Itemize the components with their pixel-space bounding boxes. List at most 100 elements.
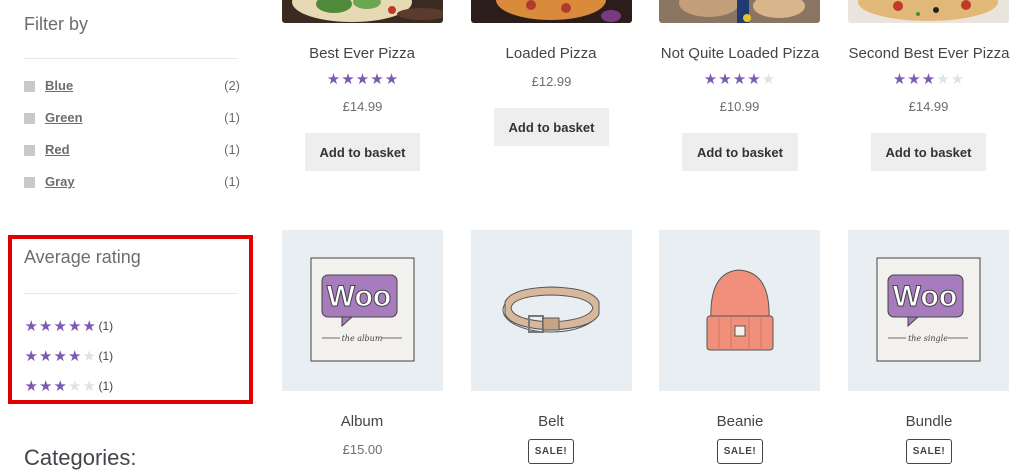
star-filled-icon: ★ <box>370 70 384 88</box>
product-price: £14.99 <box>908 99 949 114</box>
star-filled-icon: ★ <box>341 70 355 88</box>
product-image-loaded-pizza[interactable] <box>471 0 632 23</box>
add-to-basket-button[interactable]: Add to basket <box>305 133 420 171</box>
product-title[interactable]: Loaded Pizza <box>451 45 651 62</box>
star-filled-icon: ★ <box>53 376 67 395</box>
color-filter-list: Blue (2) Green (1) Red (1) Gray (1) <box>24 78 240 206</box>
star-filled-icon: ★ <box>718 70 732 88</box>
filter-item-gray[interactable]: Gray (1) <box>24 174 240 206</box>
belt-icon <box>502 286 600 333</box>
star-filled-icon: ★ <box>703 70 718 88</box>
add-to-basket-button[interactable]: Add to basket <box>871 133 986 171</box>
filter-item-red[interactable]: Red (1) <box>24 142 240 174</box>
star-filled-icon: ★ <box>907 70 921 88</box>
rating-filter-3[interactable]: ★ ★ ★ ★ ★ (1) <box>24 371 114 401</box>
add-to-basket-button[interactable]: Add to basket <box>494 108 609 146</box>
product-image-bundle[interactable]: Woo the single <box>848 230 1009 391</box>
product-price: £15.00 <box>342 442 383 457</box>
product-price: £14.99 <box>342 99 383 114</box>
filter-count: (2) <box>224 78 240 93</box>
star-filled-icon: ★ <box>53 346 67 365</box>
filter-by-title: Filter by <box>24 14 89 34</box>
album-caption-text: the album <box>342 334 383 343</box>
pizza-image-icon <box>659 0 820 23</box>
categories-title: Categories: <box>24 445 137 470</box>
filter-count: (1) <box>224 110 240 125</box>
product-title[interactable]: Best Ever Pizza <box>262 45 462 62</box>
rating-filter-list: ★ ★ ★ ★ ★ (1) ★ ★ ★ ★ ★ (1) ★ ★ ★ ★ ★ (1) <box>24 311 114 401</box>
rating-count: (1) <box>98 349 114 363</box>
star-filled-icon: ★ <box>39 376 53 395</box>
star-filled-icon: ★ <box>355 70 370 88</box>
filter-count: (1) <box>224 174 240 189</box>
add-to-basket-button[interactable]: Add to basket <box>682 133 798 171</box>
star-filled-icon: ★ <box>24 376 38 395</box>
star-filled-icon: ★ <box>384 70 399 88</box>
checkbox-icon[interactable] <box>24 177 35 188</box>
star-filled-icon: ★ <box>53 316 67 335</box>
average-rating-title: Average rating <box>24 247 141 267</box>
star-empty-icon: ★ <box>68 376 82 395</box>
sale-badge: SALE! <box>528 439 574 464</box>
average-rating-widget: Average rating ★ ★ ★ ★ ★ (1) ★ ★ ★ ★ ★ (1) ★ ★ ★ ★ ★… <box>8 235 253 404</box>
star-empty-icon: ★ <box>950 70 965 88</box>
star-filled-icon: ★ <box>24 316 38 335</box>
checkbox-icon[interactable] <box>24 113 35 124</box>
product-title[interactable]: Belt <box>451 413 651 430</box>
star-filled-icon: ★ <box>39 346 53 365</box>
product-price: £12.99 <box>531 74 572 89</box>
checkbox-icon[interactable] <box>24 145 35 156</box>
product-image-beanie[interactable] <box>659 230 820 391</box>
filter-item-blue[interactable]: Blue (2) <box>24 78 240 110</box>
bundle-caption-text: the single <box>908 334 948 343</box>
product-rating: ★ ★ ★ ★ ★ <box>659 72 820 87</box>
star-filled-icon: ★ <box>68 316 82 335</box>
star-empty-icon: ★ <box>82 376 96 395</box>
filter-count: (1) <box>224 142 240 157</box>
checkbox-icon[interactable] <box>24 81 35 92</box>
star-filled-icon: ★ <box>921 70 936 88</box>
product-title[interactable]: Second Best Ever Pizza <box>829 45 1024 62</box>
star-filled-icon: ★ <box>68 346 82 365</box>
product-title[interactable]: Album <box>262 413 462 430</box>
divider <box>24 293 238 294</box>
star-filled-icon: ★ <box>82 316 96 335</box>
product-image-second-best-ever-pizza[interactable] <box>848 0 1009 23</box>
star-empty-icon: ★ <box>761 70 776 88</box>
star-rating: ★ ★ ★ ★ ★ <box>892 72 965 87</box>
rating-filter-5[interactable]: ★ ★ ★ ★ ★ (1) <box>24 311 114 341</box>
filter-item-green[interactable]: Green (1) <box>24 110 240 142</box>
bundle-logo-text: Woo <box>893 280 957 313</box>
divider <box>24 58 238 59</box>
product-title[interactable]: Not Quite Loaded Pizza <box>640 45 840 62</box>
filter-link-gray[interactable]: Gray <box>45 174 75 189</box>
star-rating: ★ ★ ★ ★ ★ <box>703 72 776 87</box>
product-title[interactable]: Bundle <box>829 413 1024 430</box>
beanie-icon <box>706 269 774 351</box>
filter-link-green[interactable]: Green <box>45 110 83 125</box>
star-filled-icon: ★ <box>326 70 341 88</box>
product-image-belt[interactable] <box>471 230 632 391</box>
product-image-not-quite-loaded-pizza[interactable] <box>659 0 820 23</box>
product-image-best-ever-pizza[interactable] <box>282 0 443 23</box>
star-rating: ★ ★ ★ ★ ★ <box>326 72 399 87</box>
product-rating: ★ ★ ★ ★ ★ <box>282 72 443 87</box>
star-filled-icon: ★ <box>892 70 907 88</box>
shop-sidebar: Filter by Blue (2) Green (1) Red (1) Gra… <box>0 0 262 470</box>
rating-count: (1) <box>98 379 114 393</box>
star-rating: ★ ★ ★ ★ ★ <box>24 346 97 365</box>
star-filled-icon: ★ <box>732 70 747 88</box>
filter-link-red[interactable]: Red <box>45 142 70 157</box>
product-price: £10.99 <box>719 99 760 114</box>
product-image-album[interactable]: Woo the album <box>282 230 443 391</box>
pizza-image-icon <box>282 0 443 23</box>
pizza-image-icon <box>848 0 1009 23</box>
rating-filter-4[interactable]: ★ ★ ★ ★ ★ (1) <box>24 341 114 371</box>
star-filled-icon: ★ <box>39 316 53 335</box>
sale-badge: SALE! <box>906 439 952 464</box>
star-rating: ★ ★ ★ ★ ★ <box>24 316 97 335</box>
star-filled-icon: ★ <box>747 70 761 88</box>
product-title[interactable]: Beanie <box>640 413 840 430</box>
filter-link-blue[interactable]: Blue <box>45 78 73 93</box>
rating-count: (1) <box>98 319 114 333</box>
